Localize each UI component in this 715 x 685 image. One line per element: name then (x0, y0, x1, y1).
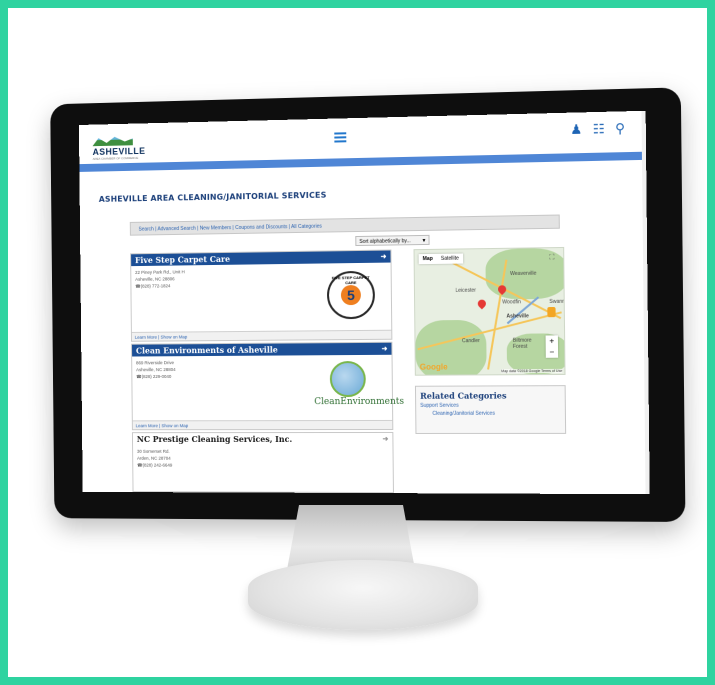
search-icon[interactable]: ⚲ (615, 120, 625, 136)
listing-card: Five Step Carpet Care ➜ 22 Piney Park Rd.… (130, 249, 393, 342)
mountain-logo-icon (92, 135, 132, 146)
external-link-icon[interactable]: ➜ (382, 433, 388, 445)
listing-address: 30 Somerset Rd. Arden, NC 28704 ☎(828) 2… (136, 448, 173, 468)
map-credit[interactable]: Map data ©2018 Google Terms of Use (501, 368, 563, 374)
menu-icon[interactable] (334, 130, 347, 143)
map-tab[interactable]: Map (419, 254, 437, 264)
sort-label: Sort alphabetically by... (359, 238, 411, 245)
listing-links[interactable]: Learn More | Show on Map (132, 419, 393, 430)
listing-title[interactable]: Clean Environments of Asheville ➜ (132, 342, 392, 357)
satellite-tab[interactable]: Satellite (437, 253, 463, 263)
map-pin-icon[interactable] (476, 297, 488, 310)
street-view-icon[interactable] (547, 306, 556, 318)
sort-select[interactable]: Sort alphabetically by... ▼ (355, 234, 430, 247)
logo-subtext: AREA CHAMBER OF COMMERCE (92, 155, 139, 161)
listing-card: NC Prestige Cleaning Services, Inc. ➜ 30 … (131, 431, 394, 494)
five-step-logo: FIVE STEP CARPET CARE 5 (326, 270, 376, 320)
related-link-child[interactable]: Cleaning/Janitorial Services (416, 411, 565, 417)
monitor-screen: ASHEVILLE AREA CHAMBER OF COMMERCE ♟ ☷ ⚲… (78, 110, 650, 495)
monitor-base (248, 560, 478, 630)
related-heading: Related Categories (420, 390, 507, 401)
person-icon[interactable]: ♟ (570, 122, 582, 138)
google-logo: Google (419, 362, 448, 372)
google-map[interactable]: Map Satellite ⛶ Weaverville Leicester Wo… (413, 246, 566, 376)
zoom-control[interactable]: + − (545, 335, 559, 358)
listing-links[interactable]: Learn More | Show on Map (131, 329, 392, 341)
external-link-icon[interactable]: ➜ (382, 343, 388, 355)
clean-environments-logo: CleanEnvironments (314, 360, 404, 417)
external-link-icon[interactable]: ➜ (381, 251, 387, 263)
listing-card: Clean Environments of Asheville ➜ 869 Riv… (131, 341, 404, 431)
site-logo[interactable]: ASHEVILLE AREA CHAMBER OF COMMERCE (92, 135, 146, 161)
book-icon[interactable]: ☷ (593, 121, 605, 137)
fullscreen-icon[interactable]: ⛶ (547, 254, 557, 264)
document-icon (329, 360, 366, 398)
map-type-toggle[interactable]: Map Satellite (418, 253, 463, 265)
chevron-down-icon: ▼ (421, 237, 427, 245)
page-title: ASHEVILLE AREA CLEANING/JANITORIAL SERVI… (98, 190, 327, 204)
related-link-parent[interactable]: Support Services (416, 402, 565, 409)
directory-nav[interactable]: Search | Advanced Search | New Members |… (129, 214, 560, 236)
related-categories: Related Categories Support Services Clea… (414, 385, 567, 434)
listing-title[interactable]: NC Prestige Cleaning Services, Inc. ➜ (132, 432, 393, 446)
